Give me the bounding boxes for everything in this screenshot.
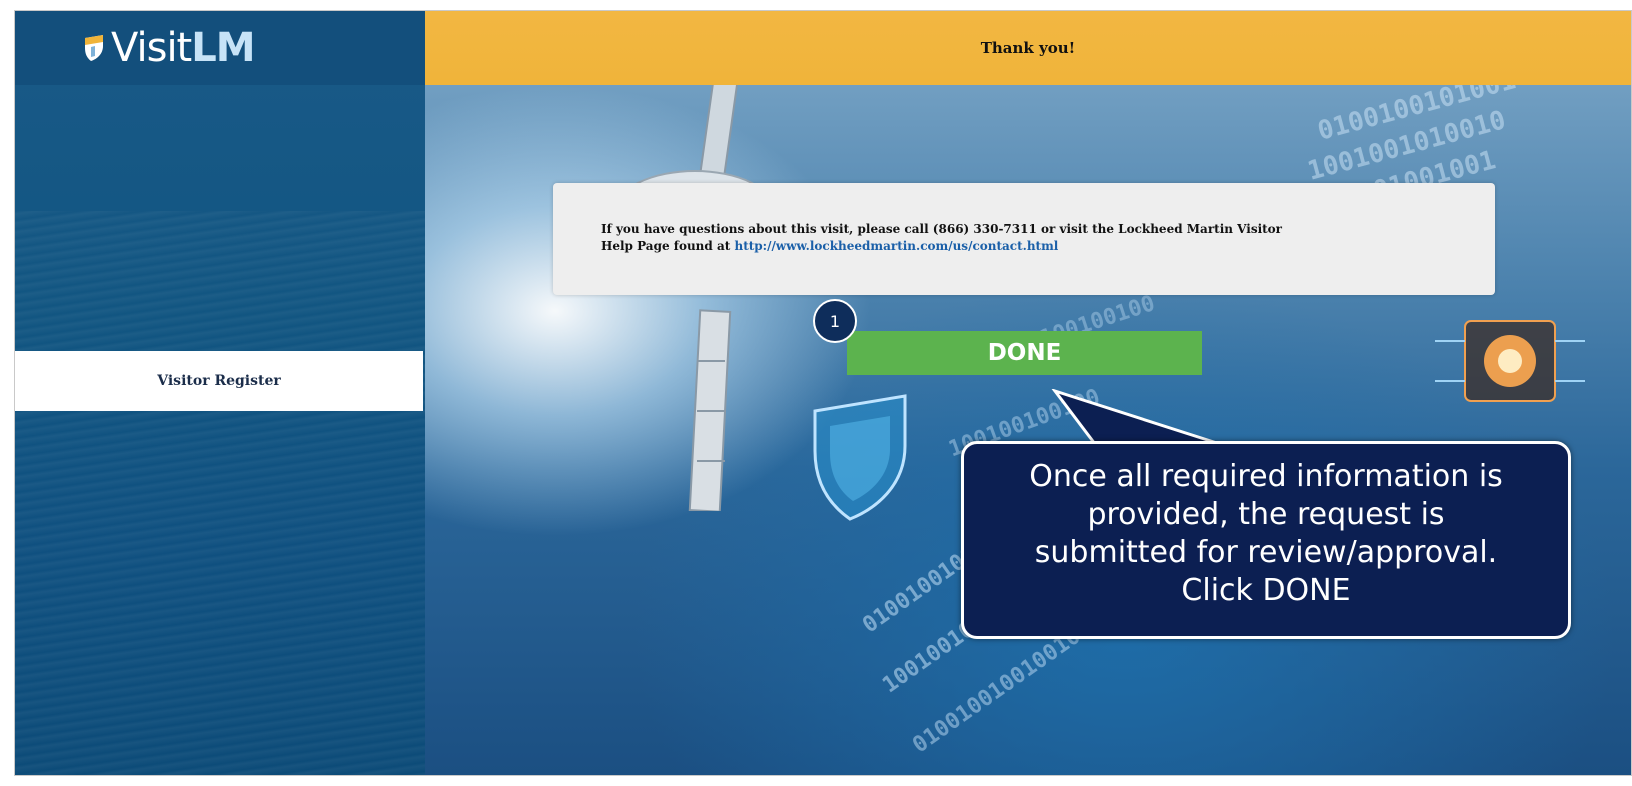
- shield-logo-icon: [85, 35, 103, 61]
- info-text-line1: If you have questions about this visit, …: [601, 222, 1282, 236]
- logo-text: VisitLM: [111, 25, 256, 71]
- sidebar-background: [15, 211, 425, 775]
- contact-link[interactable]: http://www.lockheedmartin.com/us/contact…: [734, 239, 1058, 253]
- callout-line4: Click DONE: [1181, 573, 1351, 608]
- callout-pointer: [1051, 389, 1221, 446]
- info-text-line2: Help Page found at http://www.lockheedma…: [601, 238, 1495, 255]
- done-button[interactable]: DONE: [847, 331, 1202, 375]
- microchip-image: [1435, 320, 1585, 402]
- sidebar-item-label: Visitor Register: [157, 373, 281, 389]
- callout-line2: provided, the request is: [1087, 497, 1445, 532]
- instruction-callout: Once all required information is provide…: [961, 441, 1571, 639]
- logo-prefix: Visit: [111, 25, 192, 71]
- callout-line3: submitted for review/approval.: [1034, 535, 1498, 570]
- sidebar: VisitLM Visitor Register: [15, 11, 425, 775]
- callout-line1: Once all required information is: [1029, 459, 1503, 494]
- sidebar-item-visitor-register[interactable]: Visitor Register: [15, 351, 423, 411]
- step-number-badge: 1: [813, 299, 857, 343]
- page-title: Thank you!: [980, 39, 1076, 57]
- info-text-prefix: Help Page found at: [601, 239, 735, 253]
- security-shield-image: [813, 394, 907, 521]
- page-header: Thank you!: [425, 11, 1631, 85]
- info-panel: If you have questions about this visit, …: [553, 183, 1495, 295]
- logo-suffix: LM: [191, 25, 255, 71]
- main-content: 0100100101001 1001001010010 010010100100…: [425, 11, 1631, 775]
- logo[interactable]: VisitLM: [15, 11, 425, 85]
- done-button-label: DONE: [987, 340, 1062, 366]
- app-window: VisitLM Visitor Register 0100100101001 1…: [14, 10, 1632, 776]
- step-number: 1: [829, 311, 841, 331]
